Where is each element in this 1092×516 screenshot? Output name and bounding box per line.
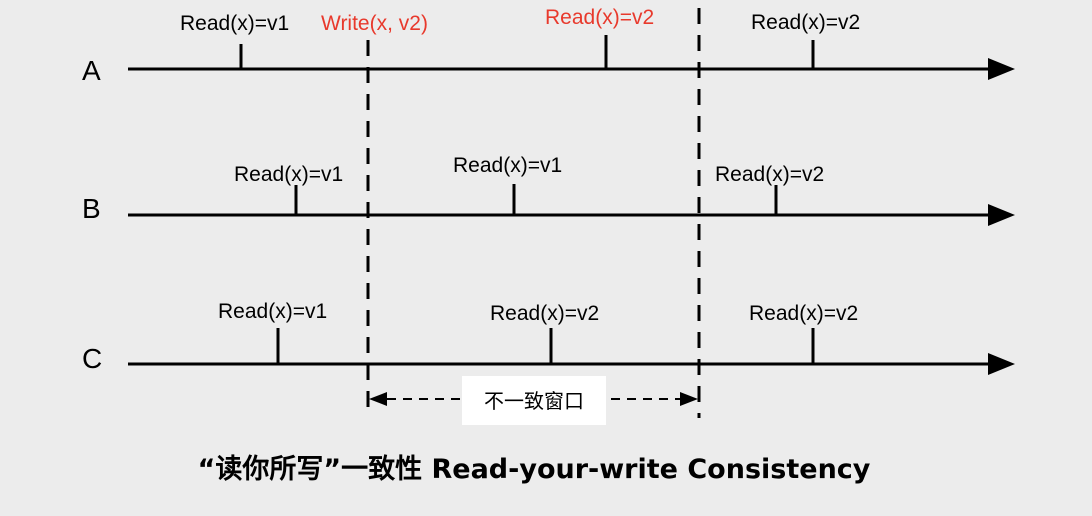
event-label: Read(x)=v2 [715, 163, 824, 186]
process-b-timeline: B Read(x)=v1 Read(x)=v1 Read(x)=v2 [82, 154, 1015, 226]
event-label: Read(x)=v1 [453, 154, 562, 177]
event-label-write: Write(x, v2) [321, 12, 428, 35]
event-label-highlight: Read(x)=v2 [545, 6, 654, 29]
process-label-a: A [82, 55, 101, 86]
process-a-timeline: A Read(x)=v1 Write(x, v2) Read(x)=v2 Rea… [82, 6, 1015, 86]
consistency-timeline-diagram: A Read(x)=v1 Write(x, v2) Read(x)=v2 Rea… [82, 6, 1015, 485]
arrowhead-b [988, 204, 1015, 226]
process-label-c: C [82, 343, 102, 374]
process-label-b: B [82, 193, 101, 224]
window-arrowhead-right [680, 392, 698, 406]
process-c-timeline: C Read(x)=v1 Read(x)=v2 Read(x)=v2 [82, 300, 1015, 375]
event-label: Read(x)=v1 [180, 12, 289, 35]
arrowhead-a [988, 58, 1015, 80]
event-label: Read(x)=v2 [751, 11, 860, 34]
window-label: 不一致窗口 [484, 389, 584, 413]
inconsistency-window: 不一致窗口 [369, 376, 698, 425]
event-label: Read(x)=v1 [234, 163, 343, 186]
event-label: Read(x)=v2 [749, 302, 858, 325]
event-label: Read(x)=v2 [490, 302, 599, 325]
arrowhead-c [988, 353, 1015, 375]
event-label: Read(x)=v1 [218, 300, 327, 323]
diagram-caption: “读你所写”一致性 Read-your-write Consistency [198, 453, 871, 485]
window-arrowhead-left [369, 392, 387, 406]
